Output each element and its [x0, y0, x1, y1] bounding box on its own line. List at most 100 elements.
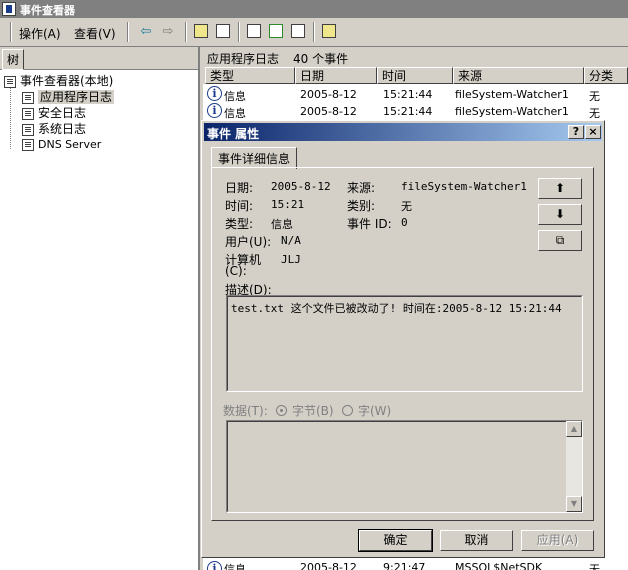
window-title-bar[interactable]: 事件查看器: [0, 0, 628, 18]
date-value: 2005-8-12: [271, 180, 331, 193]
menu-action[interactable]: 操作(A): [19, 25, 61, 42]
apply-button[interactable]: 应用(A): [521, 530, 594, 551]
event-id-value: 0: [401, 216, 408, 229]
info-icon: i: [207, 86, 222, 101]
column-header-category[interactable]: 分类: [584, 67, 628, 84]
tree-pane: 树 事件查看器(本地) 应用程序日志 安全日志 系统日志 DNS Server: [0, 47, 200, 570]
cell-date: 2005-8-12: [300, 88, 357, 101]
radio-words[interactable]: [342, 405, 353, 416]
tree-root-label: 事件查看器(本地): [20, 74, 114, 88]
vertical-scrollbar[interactable]: ▲ ▼: [566, 421, 582, 512]
toolbar-separator: [238, 22, 240, 42]
cancel-button[interactable]: 取消: [440, 530, 513, 551]
tab-panel: 日期: 2005-8-12 来源: fileSystem-Watcher1 时间…: [211, 167, 594, 521]
event-count: 40 个事件: [293, 52, 349, 66]
copy-icon: ⧉: [555, 233, 565, 247]
tree-connector: [10, 86, 11, 149]
cell-date: 2005-8-12: [300, 561, 357, 570]
tree-item-label: 应用程序日志: [38, 90, 115, 104]
forward-arrow-icon[interactable]: ⇨: [159, 23, 177, 41]
window-title: 事件查看器: [20, 4, 75, 17]
scroll-down-icon[interactable]: ▼: [566, 496, 582, 512]
previous-event-button[interactable]: ⬆: [538, 178, 582, 199]
info-icon: i: [207, 103, 222, 118]
time-label: 时间:: [225, 199, 254, 213]
source-label: 来源:: [347, 181, 376, 195]
export-list-icon[interactable]: [291, 24, 305, 38]
column-headers: 类型 日期 时间 来源 分类: [203, 67, 628, 84]
log-icon: [22, 139, 34, 151]
column-header-type[interactable]: 类型: [205, 67, 295, 84]
textbox-border: [227, 421, 582, 512]
description-text: test.txt 这个文件已被改动了! 时间在:2005-8-12 15:21:…: [231, 302, 562, 315]
source-value: fileSystem-Watcher1: [401, 180, 527, 193]
column-header-source[interactable]: 来源: [453, 67, 584, 84]
dialog-title-bar[interactable]: 事件 属性 ? ×: [204, 123, 602, 141]
tree-item-system-log[interactable]: 系统日志: [22, 121, 86, 137]
computer-label-shortcut: (C):: [225, 264, 247, 278]
radio-bytes-label: 字节(B): [292, 404, 334, 418]
back-arrow-icon[interactable]: ⇦: [137, 23, 155, 41]
tree-item-label: 系统日志: [38, 122, 87, 136]
user-label: 用户(U):: [225, 235, 272, 249]
cell-source: fileSystem-Watcher1: [455, 105, 569, 118]
log-icon: [22, 91, 34, 104]
arrow-up-icon: ⬆: [554, 181, 566, 195]
cell-time: 15:21:44: [383, 88, 433, 101]
computer-icon: [4, 75, 16, 88]
time-value: 15:21: [271, 198, 305, 211]
table-row[interactable]: i 信息 2005-8-12 15:21:44 fileSystem-Watch…: [203, 86, 628, 103]
tree-item-label: DNS Server: [38, 138, 102, 151]
cell-source: MSSQL$NetSDK: [455, 561, 543, 570]
user-value: N/A: [281, 234, 301, 247]
column-header-time[interactable]: 时间: [377, 67, 453, 84]
cell-time: 9:21:47: [383, 561, 426, 570]
event-viewer-icon: [2, 2, 16, 16]
radio-words-label: 字(W): [358, 404, 392, 418]
copy-button[interactable]: ⧉: [538, 230, 582, 251]
menu-view[interactable]: 查看(V): [74, 25, 116, 42]
tree-header: 树: [0, 47, 198, 70]
toolbar-separator: [185, 22, 187, 42]
table-row[interactable]: i 信息 2005-8-12 9:21:47 MSSQL$NetSDK 无: [203, 561, 628, 570]
list-header: 应用程序日志 40 个事件: [203, 47, 628, 67]
cell-type: 信息: [224, 107, 246, 120]
data-label: 数据(T):: [223, 404, 268, 418]
refresh-icon[interactable]: [269, 24, 283, 38]
help-icon[interactable]: [322, 24, 336, 38]
show-hide-tree-icon[interactable]: [216, 24, 230, 38]
close-button[interactable]: ×: [585, 125, 601, 139]
tree-item-application-log[interactable]: 应用程序日志: [22, 89, 115, 105]
toolbar-separator: [313, 22, 315, 42]
toolbar-separator: [127, 22, 129, 42]
cell-category: 无: [589, 90, 600, 103]
column-header-date[interactable]: 日期: [295, 67, 377, 84]
properties-icon[interactable]: [247, 24, 261, 38]
menu-toolbar: 操作(A) 查看(V) ⇦ ⇨: [0, 19, 628, 47]
tree-tab[interactable]: 树: [2, 49, 25, 70]
tab-event-details[interactable]: 事件详细信息: [211, 147, 298, 169]
radio-bytes[interactable]: [276, 405, 287, 416]
dialog-title: 事件 属性: [207, 127, 260, 141]
data-textbox[interactable]: ▲ ▼: [226, 420, 583, 513]
description-textbox[interactable]: test.txt 这个文件已被改动了! 时间在:2005-8-12 15:21:…: [226, 295, 583, 392]
cell-type: 信息: [224, 90, 246, 103]
tree-root[interactable]: 事件查看器(本地): [4, 73, 113, 89]
computer-value: JLJ: [281, 253, 301, 266]
help-button[interactable]: ?: [568, 125, 584, 139]
scroll-up-icon[interactable]: ▲: [566, 421, 582, 437]
table-row[interactable]: i 信息 2005-8-12 15:21:44 fileSystem-Watch…: [203, 103, 628, 120]
date-label: 日期:: [225, 181, 254, 195]
cell-time: 15:21:44: [383, 105, 433, 118]
cell-category: 无: [589, 107, 600, 120]
next-event-button[interactable]: ⬇: [538, 204, 582, 225]
tree-item-dns-server[interactable]: DNS Server: [22, 137, 101, 153]
log-icon: [22, 107, 34, 120]
up-folder-icon[interactable]: [194, 24, 208, 38]
tree-item-label: 安全日志: [38, 106, 87, 120]
tree-item-security-log[interactable]: 安全日志: [22, 105, 86, 121]
type-value: 信息: [271, 218, 293, 231]
type-label: 类型:: [225, 217, 254, 231]
toolbar-grip: [10, 22, 12, 42]
ok-button[interactable]: 确定: [358, 529, 433, 552]
